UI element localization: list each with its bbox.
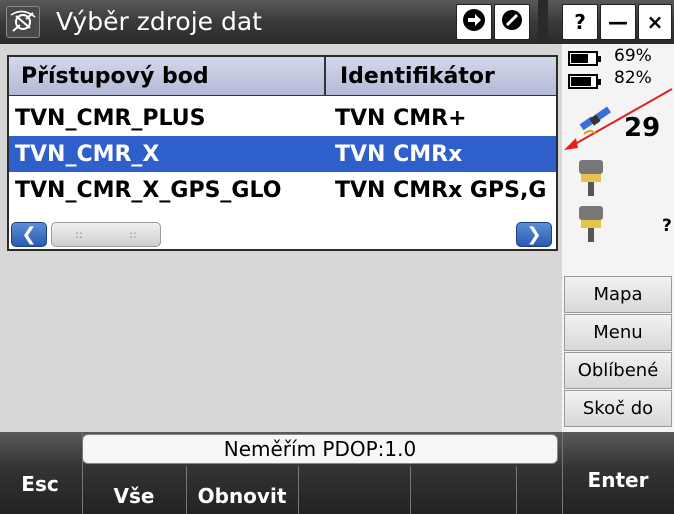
window-title: Výběr zdroje dat [56, 7, 262, 36]
battery-percent-1: 69% [614, 46, 652, 66]
chevron-left-icon: ❮ [21, 224, 37, 245]
softkey-divider [186, 466, 187, 514]
table-header: Přístupový bod Identifikátor [9, 57, 556, 96]
status-panel[interactable]: 69% 82% 29 ? Mapa Menu Oblíbené Skoč do [562, 44, 674, 432]
softkey-divider [82, 432, 83, 514]
menu-button[interactable]: Menu [564, 314, 672, 351]
receiver-status-unknown: ? [662, 216, 672, 236]
title-separator [538, 0, 548, 44]
satellite-count: 29 [624, 113, 661, 143]
empty-content-area [0, 252, 562, 432]
refresh-button[interactable]: Obnovit [188, 484, 296, 508]
esc-button[interactable]: Esc [6, 472, 74, 496]
minimize-icon: — [608, 10, 628, 34]
select-all-button[interactable]: Vše [84, 484, 184, 508]
login-arrow-button[interactable] [456, 4, 492, 40]
softkey-divider [516, 466, 517, 514]
help-label: ? [574, 10, 586, 34]
softkey-divider [298, 466, 299, 514]
softkey-divider [410, 466, 411, 514]
close-icon: × [646, 10, 664, 34]
row-identifier: TVN CMR+ [335, 106, 467, 131]
scroll-thumb[interactable]: :: :: [51, 222, 161, 247]
battery-icon [568, 51, 601, 66]
column-header-identifier[interactable]: Identifikátor [326, 57, 556, 95]
app-logo-icon[interactable] [6, 6, 40, 38]
help-button[interactable]: ? [562, 4, 598, 40]
table-row[interactable]: TVN_CMR_PLUS TVN CMR+ [9, 100, 556, 136]
title-bar: Výběr zdroje dat ? — × [0, 0, 674, 44]
gnss-receiver-icon [578, 158, 604, 202]
row-access-point: TVN_CMR_X_GPS_GLO [15, 178, 282, 203]
row-identifier: TVN CMRx [335, 142, 463, 167]
minimize-button[interactable]: — [600, 4, 636, 40]
table-row[interactable]: TVN_CMR_X_GPS_GLO TVN CMRx GPS,G [9, 172, 556, 208]
battery-fill [571, 54, 588, 63]
satellite-icon [576, 106, 614, 144]
enter-button[interactable]: Enter [566, 468, 670, 492]
gnss-receiver-icon [578, 204, 604, 248]
prohibited-icon [500, 8, 524, 37]
row-identifier: TVN CMRx GPS,G [335, 178, 547, 203]
scroll-left-button[interactable]: ❮ [11, 222, 47, 247]
access-point-list: Přístupový bod Identifikátor TVN_CMR_PLU… [7, 55, 558, 251]
softkey-divider [562, 432, 563, 514]
map-button[interactable]: Mapa [564, 276, 672, 313]
table-row-selected[interactable]: TVN_CMR_X TVN CMRx [9, 136, 556, 172]
column-header-access-point[interactable]: Přístupový bod [9, 57, 326, 95]
grip-icon: :: [75, 228, 83, 241]
favorites-button[interactable]: Oblíbené [564, 352, 672, 389]
row-access-point: TVN_CMR_X [15, 142, 160, 167]
chevron-right-icon: ❯ [526, 224, 542, 245]
close-button[interactable]: × [638, 4, 672, 40]
grip-icon: :: [129, 228, 137, 241]
arrow-right-icon [462, 8, 486, 37]
no-entry-button[interactable] [494, 4, 530, 40]
row-access-point: TVN_CMR_PLUS [15, 106, 206, 131]
horizontal-scrollbar[interactable]: ❮ :: :: ❯ [9, 220, 556, 249]
scroll-right-button[interactable]: ❯ [516, 222, 552, 247]
jump-to-button[interactable]: Skoč do [564, 390, 672, 427]
status-line: Neměřím PDOP:1.0 [82, 434, 558, 464]
